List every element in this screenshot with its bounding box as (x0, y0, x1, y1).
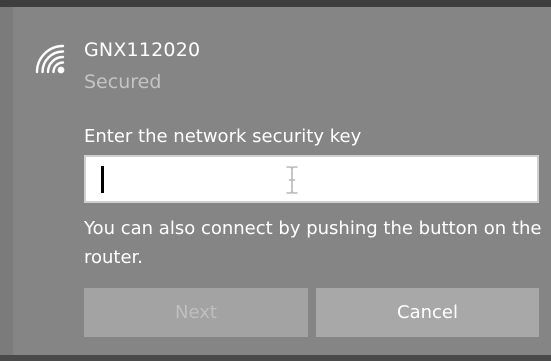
window-bottom-edge (0, 355, 551, 361)
ibeam-cursor-icon (286, 165, 298, 195)
window-top-bar (0, 0, 551, 7)
wifi-signal-icon (33, 42, 67, 76)
security-key-label: Enter the network security key (84, 126, 362, 147)
security-key-field[interactable] (84, 155, 539, 203)
push-button-hint: You can also connect by pushing the butt… (84, 218, 542, 268)
text-caret (101, 166, 104, 193)
network-ssid: GNX112020 (84, 39, 201, 61)
network-security-status: Secured (84, 71, 162, 93)
window-left-edge (0, 7, 13, 355)
next-button[interactable]: Next (84, 288, 308, 337)
security-key-input[interactable] (86, 157, 537, 201)
cancel-button[interactable]: Cancel (316, 288, 539, 337)
